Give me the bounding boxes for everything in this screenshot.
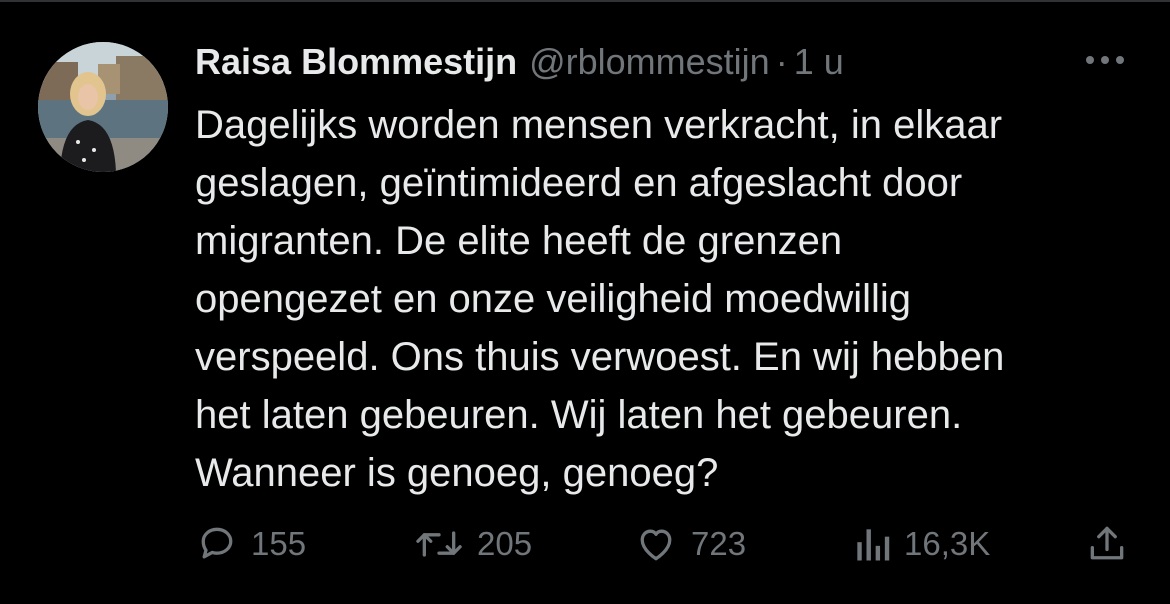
author-handle[interactable]: @rblommestijn <box>529 41 770 83</box>
tweet-actions: 155 205 723 16,3K <box>195 522 1135 566</box>
more-horizontal-icon <box>1085 52 1125 70</box>
views-count: 16,3K <box>904 525 991 562</box>
retweet-count: 205 <box>477 525 533 562</box>
tweet-timestamp[interactable]: 1 u <box>794 41 844 83</box>
views-bar-chart-icon <box>852 522 892 566</box>
reply-bubble-icon <box>195 522 239 566</box>
tweet-text: Dagelijks worden mensen verkracht, in el… <box>195 103 1005 495</box>
header-separator: · <box>775 41 788 82</box>
avatar[interactable] <box>38 42 168 172</box>
share-button[interactable] <box>1085 522 1129 566</box>
retweet-icon <box>413 522 465 566</box>
reply-button[interactable]: 155 <box>195 522 306 566</box>
views-button[interactable]: 16,3K <box>852 522 990 566</box>
retweet-button[interactable]: 205 <box>413 522 532 566</box>
more-options-button[interactable] <box>1082 46 1128 76</box>
reply-count: 155 <box>251 525 307 562</box>
tweet-header: Raisa Blommestijn @rblommestijn · 1 u <box>195 38 844 86</box>
like-button[interactable]: 723 <box>633 522 746 566</box>
author-display-name[interactable]: Raisa Blommestijn <box>195 41 517 83</box>
share-upload-icon <box>1085 522 1129 566</box>
top-divider <box>0 0 1170 2</box>
like-count: 723 <box>691 525 747 562</box>
heart-icon <box>633 522 679 566</box>
